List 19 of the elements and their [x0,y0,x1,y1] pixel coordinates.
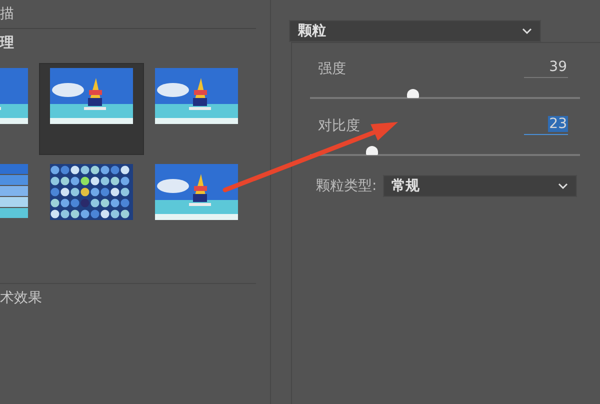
selected-filter-thumbnail[interactable] [39,63,144,155]
slider-thumb[interactable] [406,89,419,98]
chevron-down-icon [522,28,532,34]
sailboat-thumbnail-icon [155,164,238,220]
value-field[interactable]: 39 [524,59,568,78]
filter-group-label[interactable]: 术效果 [0,289,42,307]
slider-label: 对比度 [318,117,360,135]
slider-label: 强度 [318,60,346,78]
slider-thumb[interactable] [366,146,378,155]
filter-group-label[interactable]: 描 [0,5,14,23]
filter-group-label[interactable]: 理 [0,34,14,52]
grain-type-select[interactable]: 常规 [382,175,577,197]
value-field[interactable]: 23 [524,116,568,135]
grain-type-label: 颗粒类型: [316,177,377,195]
sailboat-thumbnail-icon [155,68,238,124]
sailboat-thumbnail-icon [50,68,133,124]
filter-select[interactable]: 颗粒 [289,20,541,42]
chevron-down-icon [558,183,568,189]
mosaic-thumbnail-icon [50,164,133,220]
